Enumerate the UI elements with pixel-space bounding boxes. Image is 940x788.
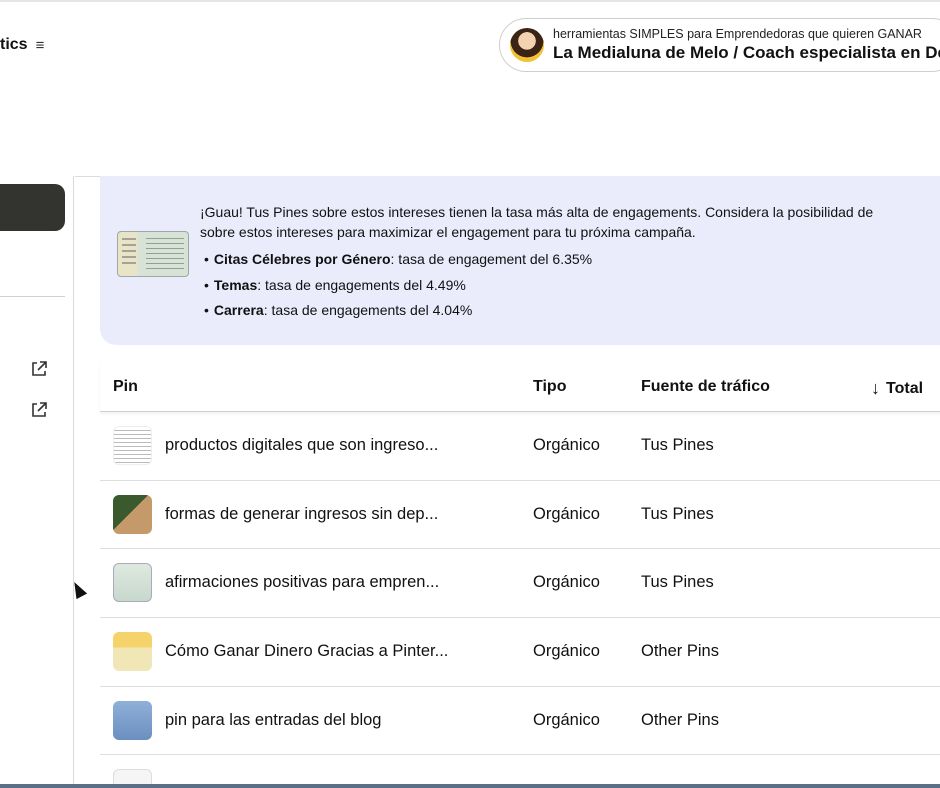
app-header: tics ≡ (0, 36, 44, 54)
top-border (0, 0, 940, 2)
pin-fuente: Other Pins (641, 710, 719, 729)
account-text: herramientas SIMPLES para Emprendedoras … (553, 27, 940, 63)
pin-title[interactable]: pin para las entradas del blog (165, 711, 381, 730)
mouse-cursor (69, 579, 88, 600)
table-row[interactable]: productos digitales que son ingreso... O… (100, 412, 940, 481)
avatar (510, 28, 544, 62)
column-header-fuente[interactable]: Fuente de tráfico (641, 378, 770, 396)
bottom-edge (0, 784, 940, 788)
external-link-icon[interactable] (30, 360, 48, 378)
pin-tipo: Orgánico (533, 573, 600, 592)
insight-card: ¡Guau! Tus Pines sobre estos intereses t… (100, 176, 940, 345)
sidebar-item-active[interactable] (0, 184, 65, 231)
sidebar-divider (0, 296, 65, 297)
insight-thumbnail (117, 231, 189, 277)
column-header-tipo[interactable]: Tipo (533, 378, 566, 396)
table-header: Pin Tipo Fuente de tráfico ↓ Total (100, 362, 940, 412)
column-header-total-label: Total (886, 379, 924, 397)
pin-tipo: Orgánico (533, 710, 600, 729)
pin-tipo: Orgánico (533, 504, 600, 523)
insight-item: Temas: tasa de engagements del 4.49% (200, 273, 940, 299)
table-row[interactable]: formas de generar ingresos sin dep... Or… (100, 481, 940, 550)
hamburger-icon[interactable]: ≡ (36, 37, 45, 54)
table-row[interactable]: pin para las entradas del blog Orgánico … (100, 687, 940, 756)
pin-thumbnail (113, 700, 152, 740)
table-row[interactable]: afirmaciones positivas para empren... Or… (100, 549, 940, 619)
pin-thumbnail (113, 426, 152, 465)
pin-thumbnail (113, 632, 152, 672)
pin-thumbnail (113, 494, 152, 534)
insight-item: Carrera: tasa de engagements del 4.04% (200, 298, 940, 324)
table-row[interactable]: Cómo Ganar Dinero Gracias a Pinter... Or… (100, 618, 940, 687)
pin-tipo: Orgánico (533, 436, 600, 454)
account-subtitle: herramientas SIMPLES para Emprendedoras … (553, 27, 922, 41)
insight-intro-2: sobre estos intereses para maximizar el … (200, 224, 696, 240)
pin-thumbnail (113, 563, 152, 603)
external-link-icon[interactable] (30, 401, 48, 419)
insight-list: Citas Célebres por Género: tasa de engag… (200, 247, 940, 324)
sort-down-icon: ↓ (871, 378, 880, 398)
pin-tipo: Orgánico (533, 642, 600, 661)
pin-title[interactable]: afirmaciones positivas para empren... (165, 573, 439, 592)
insight-item: Citas Célebres por Género: tasa de engag… (200, 247, 940, 273)
column-header-pin[interactable]: Pin (113, 378, 138, 396)
pin-fuente: Tus Pines (641, 436, 714, 454)
page-title: tics (0, 36, 28, 53)
pin-title[interactable]: Cómo Ganar Dinero Gracias a Pinter... (165, 642, 448, 661)
pin-fuente: Tus Pines (641, 573, 714, 592)
account-name: La Medialuna de Melo / Coach especialist… (553, 43, 940, 62)
account-switcher[interactable]: herramientas SIMPLES para Emprendedoras … (499, 18, 940, 72)
pins-table: Pin Tipo Fuente de tráfico ↓ Total produ… (100, 362, 940, 788)
pin-title[interactable]: formas de generar ingresos sin dep... (165, 505, 438, 524)
pin-fuente: Tus Pines (641, 504, 714, 523)
pin-fuente: Other Pins (641, 642, 719, 661)
sidebar-border (73, 176, 74, 788)
column-header-total[interactable]: ↓ Total (871, 378, 923, 399)
insight-intro-1: ¡Guau! Tus Pines sobre estos intereses t… (200, 204, 874, 220)
insight-text: ¡Guau! Tus Pines sobre estos intereses t… (200, 202, 940, 324)
pin-title[interactable]: productos digitales que son ingreso... (165, 436, 438, 455)
